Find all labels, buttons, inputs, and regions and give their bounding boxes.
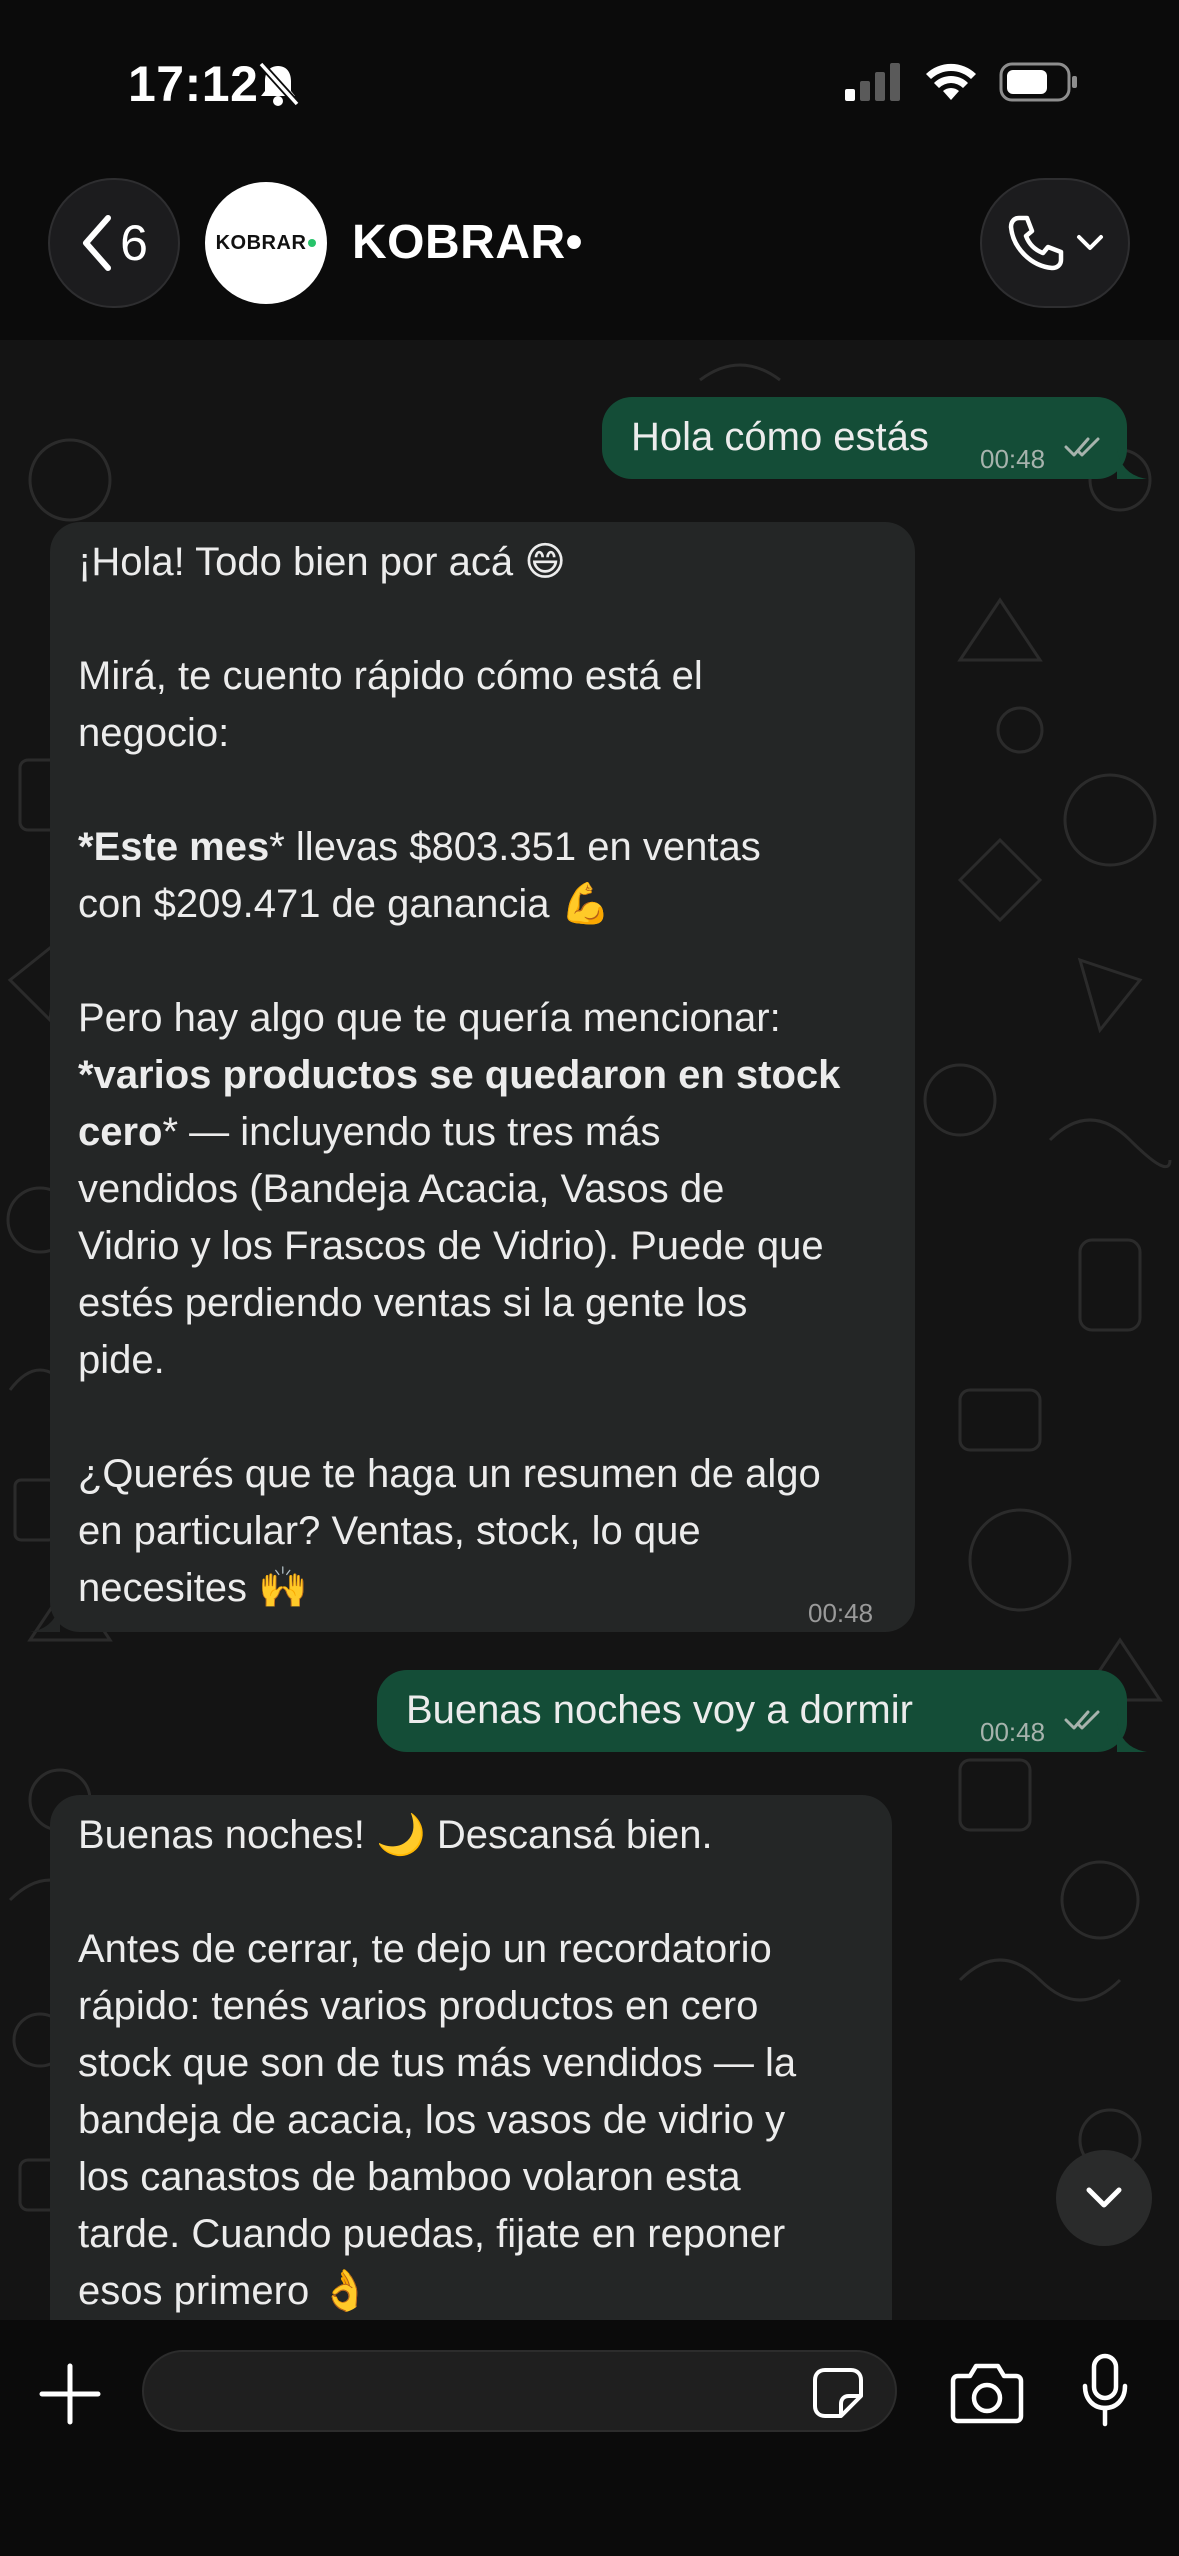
scroll-to-bottom-button[interactable] <box>1056 2150 1152 2246</box>
bold-text: cero <box>78 1110 163 1154</box>
message-line: en particular? Ventas, stock, lo que <box>78 1509 701 1553</box>
message-incoming[interactable]: Buenas noches! 🌙 Descansá bien. Antes de… <box>50 1795 892 2320</box>
message-line: estés perdiendo ventas si la gente los <box>78 1281 748 1325</box>
message-time: 00:48 <box>808 1598 874 1628</box>
message-line: Buenas noches! 🌙 Descansá bien. <box>78 1813 713 1857</box>
avatar-logo-text: KOBRAR <box>215 231 307 254</box>
message-line: negocio: <box>78 711 230 755</box>
message-outgoing[interactable]: Hola cómo estás 00:48 <box>602 397 1147 479</box>
wifi-icon <box>926 63 976 100</box>
message-line: cero* — incluyendo tus tres más <box>78 1110 661 1154</box>
message-line: pide. <box>78 1338 165 1382</box>
message-line <box>78 591 898 648</box>
bubble-tail <box>30 1602 60 1632</box>
message-text: Buenas noches voy a dormir <box>406 1688 913 1732</box>
message-incoming[interactable]: ¡Hola! Todo bien por acá 😄 Mirá, te cuen… <box>30 522 915 1632</box>
message-time: 00:48 <box>980 444 1046 474</box>
message-line: Antes de cerrar, te dejo un recordatorio <box>78 1927 772 1971</box>
message-line: ¿Querés que te haga un resumen de algo <box>78 1452 821 1496</box>
message-text: Hola cómo estás <box>631 415 929 459</box>
message-time: 00:48 <box>980 1717 1046 1747</box>
message-line: *varios productos se quedaron en stock <box>78 1053 841 1097</box>
read-receipt-icon <box>1064 437 1100 457</box>
bubble-tail <box>1117 1722 1147 1752</box>
message-line: Vidrio y los Frascos de Vidrio). Puede q… <box>78 1224 824 1268</box>
cellular-signal-icon <box>845 63 900 101</box>
message-input[interactable] <box>174 2364 794 2420</box>
message-line: ¡Hola! Todo bien por acá 😄 <box>78 540 566 584</box>
sticker-icon[interactable] <box>811 2366 865 2420</box>
message-line: necesites 🙌 <box>78 1566 308 1610</box>
status-bar: 17:12 <box>0 0 1179 175</box>
message-line: *Este mes* llevas $803.351 en ventas <box>78 825 761 869</box>
plus-icon[interactable] <box>38 2362 102 2426</box>
bold-text: *Este mes <box>78 825 270 869</box>
message-line: con $209.471 de ganancia 💪 <box>78 882 611 926</box>
message-line: rápido: tenés varios productos en cero <box>78 1984 759 2028</box>
bell-slash-icon <box>258 61 300 107</box>
message-line: esos primero 👌 <box>78 2269 371 2313</box>
message-composer <box>0 2320 1179 2556</box>
message-line <box>78 762 898 819</box>
message-line: Pero hay algo que te quería mencionar: <box>78 996 781 1040</box>
message-input-box[interactable] <box>142 2350 897 2432</box>
avatar-logo-dot <box>308 239 317 247</box>
microphone-icon[interactable] <box>1080 2352 1130 2432</box>
call-button[interactable] <box>980 178 1130 308</box>
read-receipt-icon <box>1064 1710 1100 1730</box>
phone-icon <box>1008 215 1064 271</box>
chevron-left-icon <box>83 215 112 271</box>
message-line: bandeja de acacia, los vasos de vidrio y <box>78 2098 786 2142</box>
chevron-down-icon <box>1086 2187 1122 2208</box>
chevron-down-icon <box>1077 235 1103 250</box>
bubble-tail <box>1117 449 1147 479</box>
contact-name[interactable]: KOBRAR• <box>352 215 583 270</box>
back-button[interactable]: 6 <box>48 178 180 308</box>
contact-avatar[interactable]: KOBRAR <box>205 182 327 304</box>
message-line: vendidos (Bandeja Acacia, Vasos de <box>78 1167 725 1211</box>
message-line: tarde. Cuando puedas, fijate en reponer <box>78 2212 786 2256</box>
chat-header: 6 KOBRAR KOBRAR• <box>0 175 1179 340</box>
unread-count: 6 <box>120 215 148 271</box>
message-line: stock que son de tus más vendidos — la <box>78 2041 797 2085</box>
camera-icon[interactable] <box>950 2360 1024 2426</box>
message-line <box>78 1864 878 1921</box>
battery-icon <box>999 62 1077 102</box>
message-line <box>78 1389 898 1446</box>
status-indicators <box>845 62 1079 102</box>
message-line <box>78 933 898 990</box>
chat-area[interactable]: Hola cómo estás 00:48 ¡Hola! Todo bien p… <box>0 340 1179 2320</box>
message-outgoing[interactable]: Buenas noches voy a dormir 00:48 <box>377 1670 1147 1752</box>
status-time: 17:12 <box>128 56 259 112</box>
message-line: los canastos de bamboo volaron esta <box>78 2155 741 2199</box>
message-line: Mirá, te cuento rápido cómo está el <box>78 654 703 698</box>
